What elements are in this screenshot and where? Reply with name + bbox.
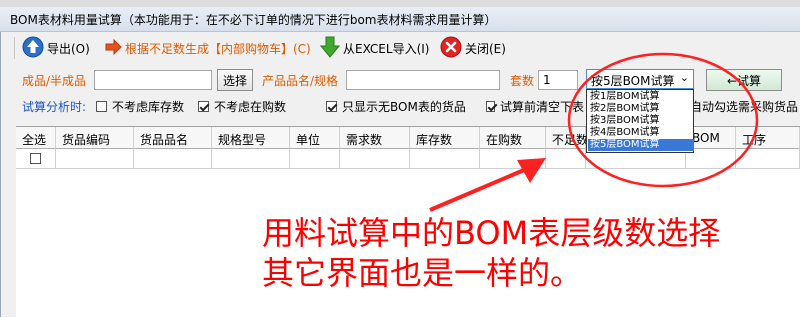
annotation-line-2: 其它界面也是一样的。 xyxy=(262,254,583,292)
annotation-arrow-line xyxy=(429,168,525,212)
highlight-circle xyxy=(567,52,759,188)
